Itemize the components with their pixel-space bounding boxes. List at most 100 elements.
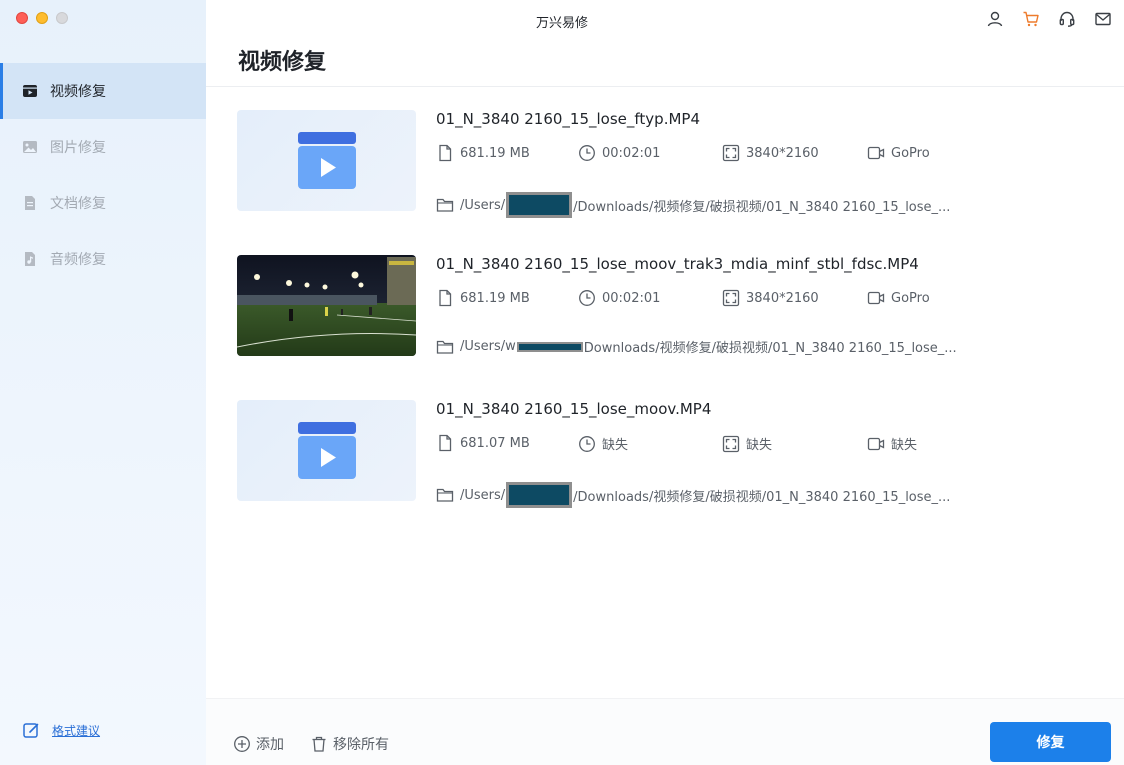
camera-icon [867,144,885,162]
format-suggestion-label: 格式建议 [52,723,101,738]
file-icon [436,434,454,452]
file-duration: 缺失 [578,434,628,453]
redacted-username [516,341,583,352]
edit-icon [22,721,40,739]
user-icon[interactable] [986,10,1004,28]
file-name: 01_N_3840 2160_15_lose_moov_trak3_mdia_m… [436,255,919,273]
page-title: 视频修复 [238,50,327,75]
file-resolution-value: 3840*2160 [746,145,819,161]
add-label: 添加 [256,737,284,753]
add-button[interactable]: 添加 [233,734,284,754]
file-path-prefix: /Users/ [460,487,506,503]
file-meta: 681.07 MB 缺失 缺失 缺失 [436,434,1076,454]
file-size-value: 681.19 MB [460,145,530,161]
format-suggestion-link[interactable]: 格式建议 [22,721,100,739]
file-icon [436,144,454,162]
app-title: 万兴易修 [535,16,588,31]
resolution-icon [722,144,740,162]
file-resolution-value: 3840*2160 [746,290,819,306]
file-duration-value: 00:02:01 [602,290,661,306]
file-path-suffix: /Downloads/视频修复/破损视频/01_N_3840 2160_15_l… [573,489,951,505]
cart-icon[interactable] [1022,10,1040,28]
file-duration-value: 00:02:01 [602,145,661,161]
zoom-window-button[interactable] [56,12,68,24]
file-resolution: 3840*2160 [722,289,819,307]
file-camera: GoPro [867,144,930,162]
file-size-value: 681.19 MB [460,290,530,306]
redacted-username [506,482,573,508]
file-camera-value: GoPro [891,145,930,161]
file-size-value: 681.07 MB [460,435,530,451]
sidebar-item-video[interactable]: 视频修复 [0,63,206,119]
file-row[interactable]: 01_N_3840 2160_15_lose_moov.MP4 681.07 M… [237,400,1107,545]
file-duration: 00:02:01 [578,144,660,162]
plus-circle-icon [233,735,251,753]
video-thumbnail-frame [237,255,416,356]
video-file-icon [298,132,356,189]
image-icon [22,139,38,155]
file-duration-value: 缺失 [602,438,629,453]
file-size: 681.07 MB [436,434,530,452]
sidebar-item-image[interactable]: 图片修复 [0,119,206,175]
window-controls [16,12,68,24]
clock-icon [578,289,596,307]
headset-support-icon[interactable] [1058,10,1076,28]
sidebar: 视频修复 图片修复 文档修复 音频修复 格式建议 [0,0,206,765]
file-path: /Users/ /Downloads/视频修复/破损视频/01_N_3840 21… [436,192,950,218]
video-file-icon [298,422,356,479]
video-thumbnail-placeholder [237,110,416,211]
file-camera-value: GoPro [891,290,930,306]
file-path: /Users/w Downloads/视频修复/破损视频/01_N_3840 21… [436,337,957,356]
video-icon [22,83,38,99]
sidebar-item-label: 音频修复 [50,252,106,268]
bottom-action-bar: 添加 移除所有 修复 [206,698,1124,765]
file-path-suffix: Downloads/视频修复/破损视频/01_N_3840 2160_15_lo… [583,341,957,356]
audio-icon [22,251,38,267]
file-path-prefix: /Users/ [460,197,506,213]
folder-icon [436,338,454,356]
file-list: 01_N_3840 2160_15_lose_ftyp.MP4 681.19 M… [237,110,1107,545]
file-resolution: 3840*2160 [722,144,819,162]
sidebar-item-document[interactable]: 文档修复 [0,175,206,231]
file-row[interactable]: 01_N_3840 2160_15_lose_moov_trak3_mdia_m… [237,255,1107,400]
resolution-icon [722,435,740,453]
resolution-icon [722,289,740,307]
soccer-field-night-thumbnail [237,255,416,356]
redacted-username [506,192,573,218]
file-row[interactable]: 01_N_3840 2160_15_lose_ftyp.MP4 681.19 M… [237,110,1107,255]
file-path-suffix: /Downloads/视频修复/破损视频/01_N_3840 2160_15_l… [573,199,951,215]
folder-icon [436,486,454,504]
sidebar-nav: 视频修复 图片修复 文档修复 音频修复 [0,63,206,287]
file-meta: 681.19 MB 00:02:01 3840*2160 GoPro [436,289,1076,309]
divider [206,86,1124,87]
document-icon [22,195,38,211]
folder-icon [436,196,454,214]
sidebar-item-label: 图片修复 [50,140,106,156]
file-resolution: 缺失 [722,434,772,453]
file-path-prefix: /Users/w [460,339,516,354]
file-size: 681.19 MB [436,144,530,162]
sidebar-item-label: 视频修复 [50,84,106,100]
remove-all-button[interactable]: 移除所有 [310,734,389,754]
clock-icon [578,435,596,453]
close-window-button[interactable] [16,12,28,24]
file-camera: GoPro [867,289,930,307]
camera-icon [867,289,885,307]
file-resolution-value: 缺失 [746,438,773,453]
minimize-window-button[interactable] [36,12,48,24]
file-size: 681.19 MB [436,289,530,307]
video-thumbnail-placeholder [237,400,416,501]
mail-icon[interactable] [1094,10,1112,28]
file-camera-value: 缺失 [891,438,918,453]
sidebar-item-label: 文档修复 [50,196,106,212]
file-name: 01_N_3840 2160_15_lose_ftyp.MP4 [436,110,700,128]
camera-icon [867,435,885,453]
file-meta: 681.19 MB 00:02:01 3840*2160 GoPro [436,144,1076,164]
file-icon [436,289,454,307]
file-camera: 缺失 [867,434,917,453]
repair-button[interactable]: 修复 [990,722,1111,762]
clock-icon [578,144,596,162]
sidebar-item-audio[interactable]: 音频修复 [0,231,206,287]
file-path: /Users/ /Downloads/视频修复/破损视频/01_N_3840 21… [436,482,950,508]
top-toolbar [986,10,1112,28]
